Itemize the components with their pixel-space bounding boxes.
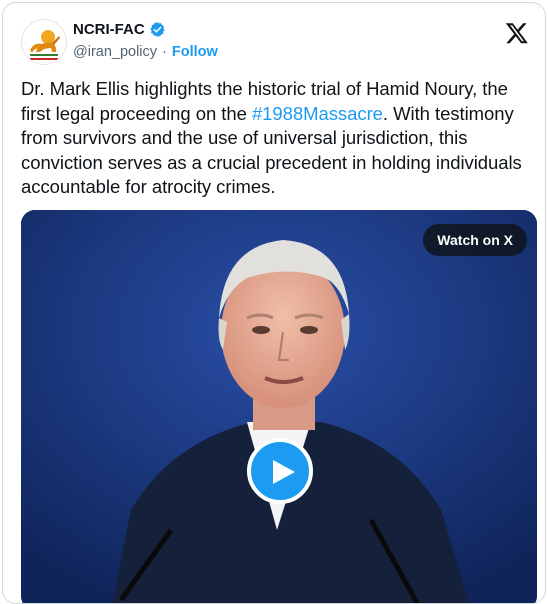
tweet-card[interactable]: NCRI-FAC @iran_policy · Follow Dr. Mark … bbox=[2, 2, 546, 604]
separator-dot: · bbox=[162, 44, 167, 60]
name-row: NCRI-FAC bbox=[73, 21, 166, 38]
play-icon bbox=[273, 460, 295, 484]
handle-row: @iran_policy · Follow bbox=[73, 44, 218, 60]
avatar[interactable] bbox=[21, 19, 67, 65]
handle[interactable]: @iran_policy bbox=[73, 44, 157, 60]
video-thumbnail[interactable]: Watch on X bbox=[21, 210, 537, 603]
watch-on-x-button[interactable]: Watch on X bbox=[423, 224, 527, 256]
play-button[interactable] bbox=[247, 438, 313, 504]
x-logo-icon[interactable] bbox=[505, 21, 529, 45]
display-name[interactable]: NCRI-FAC bbox=[73, 21, 145, 38]
follow-button[interactable]: Follow bbox=[172, 44, 218, 60]
tweet-header: NCRI-FAC @iran_policy · Follow bbox=[21, 17, 531, 67]
lion-sun-logo-icon bbox=[23, 21, 65, 63]
verified-badge-icon bbox=[150, 22, 165, 37]
tweet-text: Dr. Mark Ellis highlights the historic t… bbox=[21, 77, 533, 200]
hashtag-link[interactable]: #1988Massacre bbox=[252, 103, 383, 124]
speaker-thumbnail-image bbox=[21, 210, 537, 603]
